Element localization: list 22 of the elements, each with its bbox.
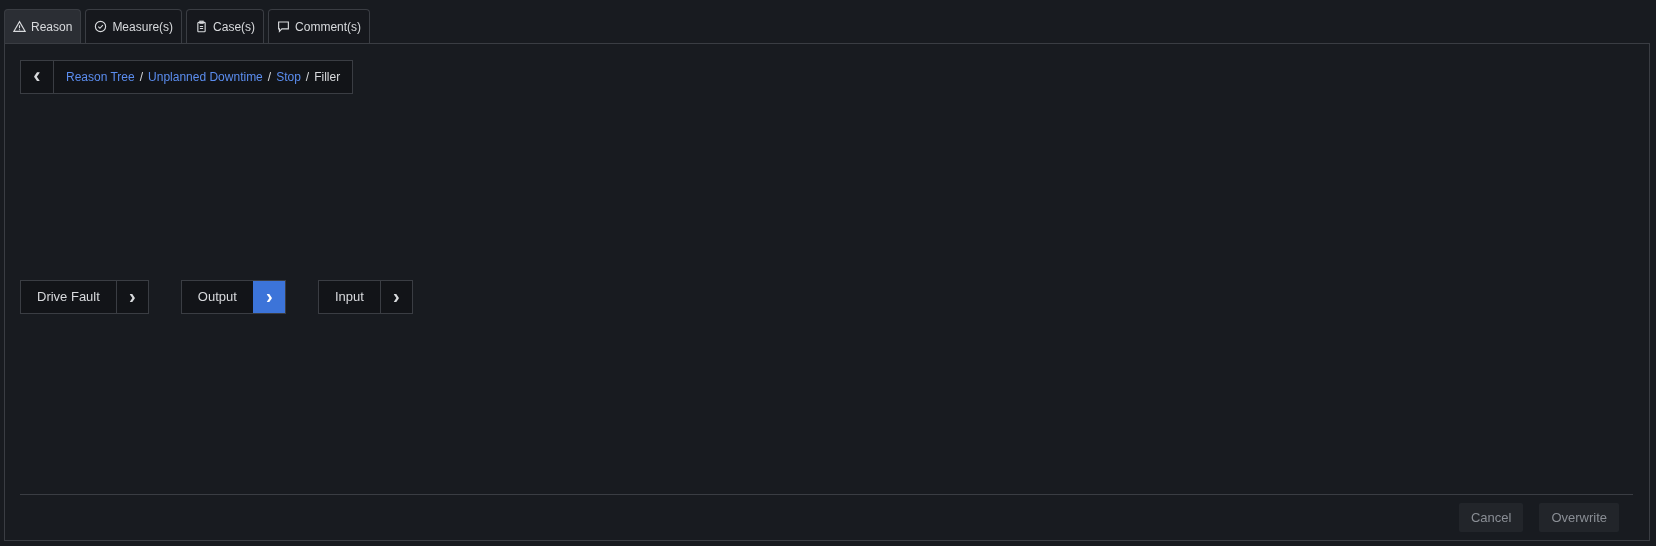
tab[interactable]: Measure(s) bbox=[85, 9, 183, 43]
chevron-button[interactable]: › bbox=[252, 281, 285, 313]
tab[interactable]: Case(s) bbox=[186, 9, 265, 43]
chevron-button[interactable]: › bbox=[379, 281, 412, 313]
reason-button[interactable]: Drive Fault bbox=[21, 281, 116, 313]
back-button[interactable]: ‹ bbox=[21, 61, 54, 93]
reason-button[interactable]: Output bbox=[181, 281, 253, 313]
breadcrumb-link[interactable]: Stop bbox=[276, 68, 301, 86]
reason-button[interactable]: Input bbox=[318, 281, 380, 313]
tab[interactable]: Comment(s) bbox=[268, 9, 371, 43]
chevron-button[interactable]: › bbox=[115, 281, 148, 313]
check-circle-icon bbox=[94, 20, 108, 33]
breadcrumb-link[interactable]: Unplanned Downtime bbox=[148, 68, 263, 86]
breadcrumb-current: Filler bbox=[314, 69, 341, 86]
breadcrumb-separator: / bbox=[305, 69, 310, 86]
breadcrumb-separator: / bbox=[267, 69, 272, 86]
tab[interactable]: Reason bbox=[4, 9, 82, 43]
breadcrumb-link[interactable]: Reason Tree bbox=[66, 68, 135, 86]
speech-bubble-icon bbox=[277, 20, 291, 33]
warning-icon bbox=[13, 20, 26, 33]
breadcrumb-separator: / bbox=[139, 69, 144, 86]
clipboard-icon bbox=[195, 20, 209, 33]
